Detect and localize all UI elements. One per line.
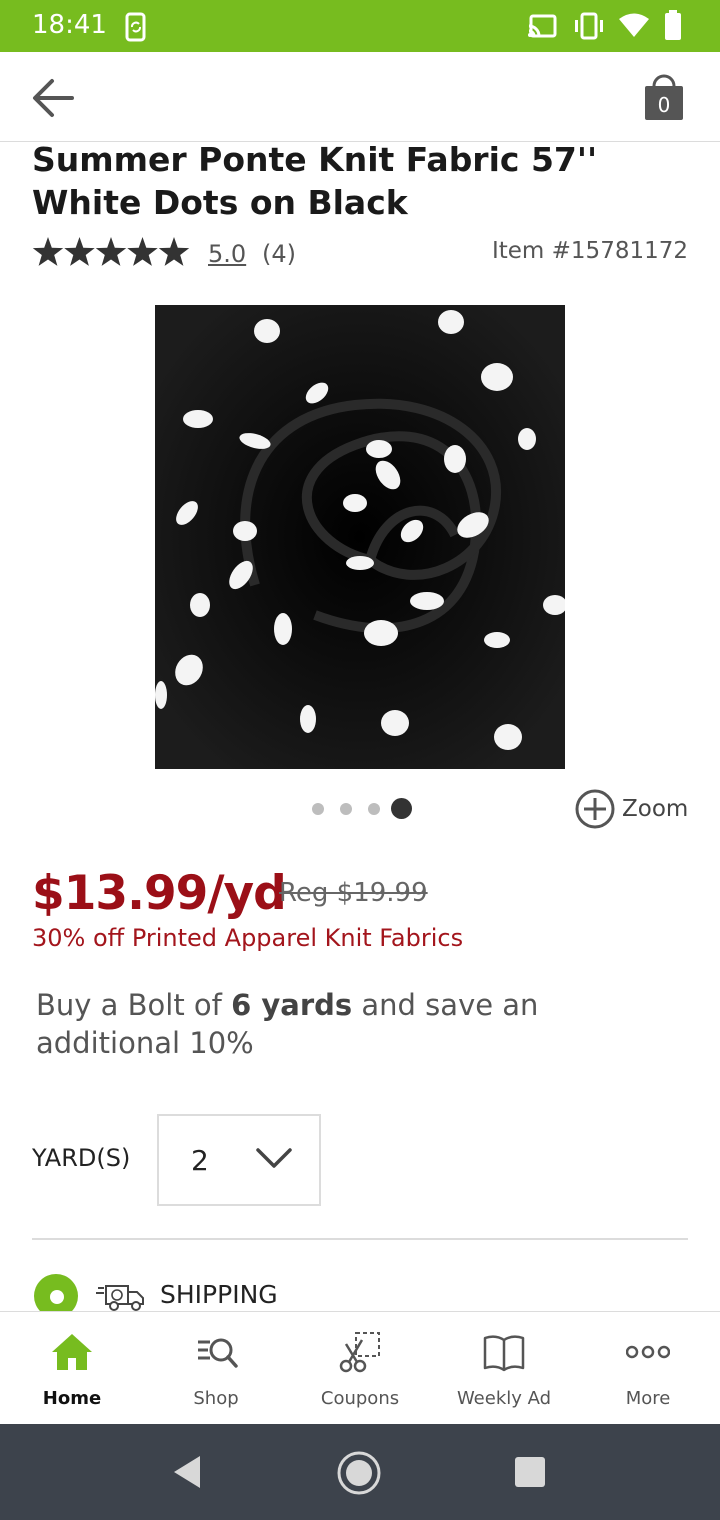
star-icon bbox=[64, 237, 95, 266]
carousel-dot[interactable] bbox=[312, 803, 324, 815]
nav-weekly-ad[interactable]: Weekly Ad bbox=[432, 1312, 576, 1425]
nav-more[interactable]: More bbox=[576, 1312, 720, 1425]
carousel-dot[interactable] bbox=[368, 803, 380, 815]
product-image[interactable] bbox=[155, 305, 565, 769]
rating-stars-icon bbox=[32, 237, 190, 266]
shipping-label: SHIPPING bbox=[160, 1280, 278, 1309]
home-icon bbox=[52, 1334, 92, 1370]
more-icon bbox=[626, 1345, 670, 1359]
bolt-offer-text: Buy a Bolt of 6 yards and save an additi… bbox=[36, 986, 686, 1062]
bolt-offer-prefix: Buy a Bolt of bbox=[36, 988, 232, 1022]
arrow-left-icon bbox=[33, 79, 74, 117]
nav-shop[interactable]: Shop bbox=[144, 1312, 288, 1425]
system-recents-icon[interactable] bbox=[514, 1456, 546, 1488]
item-number: Item #15781172 bbox=[491, 238, 688, 264]
star-icon bbox=[158, 237, 190, 266]
zoom-button[interactable]: Zoom bbox=[574, 788, 692, 830]
product-title: Summer Ponte Knit Fabric 57'' White Dots… bbox=[32, 140, 598, 222]
nav-label-weekly-ad: Weekly Ad bbox=[456, 1388, 552, 1409]
nav-label-coupons: Coupons bbox=[320, 1388, 400, 1409]
review-count: (4) bbox=[262, 240, 296, 268]
coupon-scissors-icon bbox=[339, 1332, 380, 1373]
cart-count-badge: 0 bbox=[657, 93, 671, 117]
nav-label-more: More bbox=[625, 1388, 671, 1409]
bolt-offer-yards: 6 yards bbox=[231, 988, 353, 1022]
carousel-dot-active[interactable] bbox=[391, 798, 412, 819]
app-header: 0 bbox=[0, 52, 720, 142]
zoom-label: Zoom bbox=[622, 796, 689, 822]
battery-icon bbox=[665, 10, 681, 40]
system-back-icon[interactable] bbox=[170, 1454, 206, 1490]
status-time: 18:41 bbox=[32, 10, 107, 40]
nav-home[interactable]: Home bbox=[0, 1312, 144, 1425]
zoom-plus-icon bbox=[575, 789, 615, 829]
star-icon bbox=[127, 237, 158, 266]
wifi-icon bbox=[619, 13, 649, 37]
delivery-truck-icon bbox=[96, 1285, 144, 1311]
rating-value-link[interactable]: 5.0 bbox=[208, 240, 246, 268]
bottom-nav: Home Shop Coupons Weekly Ad More bbox=[0, 1311, 720, 1424]
radio-selected-dot bbox=[50, 1290, 64, 1304]
book-icon bbox=[483, 1335, 525, 1372]
shop-search-icon bbox=[198, 1338, 238, 1368]
regular-price: Reg $19.99 bbox=[279, 878, 428, 908]
sale-price: $13.99/yd bbox=[32, 866, 287, 921]
carousel-dot[interactable] bbox=[340, 803, 352, 815]
divider bbox=[32, 1238, 688, 1240]
yards-dropdown[interactable]: 2 bbox=[157, 1114, 321, 1206]
system-nav-bar bbox=[0, 1424, 720, 1520]
vibrate-icon bbox=[575, 12, 603, 40]
fabric-polka-dot-image bbox=[155, 305, 565, 769]
shipping-radio[interactable] bbox=[34, 1274, 78, 1312]
cart-button[interactable]: 0 bbox=[640, 70, 688, 124]
yards-label: YARD(S) bbox=[32, 1144, 131, 1172]
nav-label-shop: Shop bbox=[193, 1388, 239, 1409]
shipping-option[interactable]: SHIPPING bbox=[32, 1270, 688, 1312]
promo-text: 30% off Printed Apparel Knit Fabrics bbox=[32, 924, 464, 952]
nav-label-home: Home bbox=[42, 1388, 102, 1409]
status-bar: 18:41 bbox=[0, 0, 720, 52]
rating-row: 5.0 (4) Item #15781172 bbox=[32, 236, 688, 276]
star-icon bbox=[95, 237, 127, 266]
back-button[interactable] bbox=[28, 74, 80, 122]
phone-sync-icon bbox=[125, 12, 146, 42]
yards-value: 2 bbox=[191, 1144, 209, 1177]
system-home-icon[interactable] bbox=[336, 1450, 382, 1496]
nav-coupons[interactable]: Coupons bbox=[288, 1312, 432, 1425]
cast-icon bbox=[528, 14, 557, 38]
star-icon bbox=[32, 237, 64, 266]
chevron-down-icon bbox=[256, 1148, 292, 1168]
